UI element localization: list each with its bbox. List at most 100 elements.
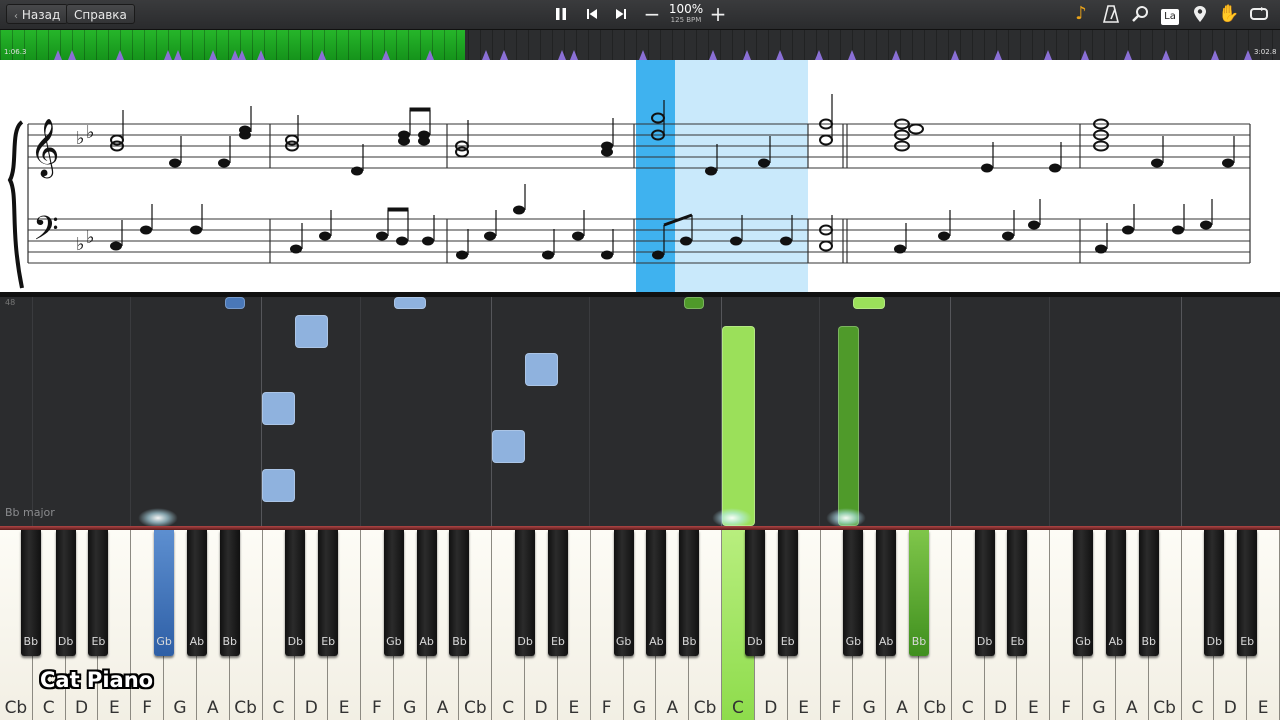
black-key[interactable]: Bb: [219, 530, 240, 656]
progress-timeline[interactable]: 1:06.3 3:02.8: [0, 30, 1280, 60]
black-key[interactable]: Db: [1204, 530, 1225, 656]
timeline-marker: [482, 50, 490, 60]
black-key[interactable]: Eb: [318, 530, 339, 656]
black-key[interactable]: Gb: [843, 530, 864, 656]
black-key[interactable]: Db: [515, 530, 536, 656]
metronome-icon: [1102, 5, 1120, 23]
timeline-marker: [709, 50, 717, 60]
black-key[interactable]: Gb: [383, 530, 404, 656]
black-key-label: Gb: [386, 635, 402, 648]
white-key-label: D: [534, 698, 548, 718]
timeline-marker: [500, 50, 508, 60]
black-key[interactable]: Db: [974, 530, 995, 656]
timeline-marker: [426, 50, 434, 60]
piano-roll: 48 Bb major: [0, 297, 1280, 526]
black-key[interactable]: Ab: [876, 530, 897, 656]
black-key[interactable]: Db: [55, 530, 76, 656]
black-key-label: Bb: [911, 635, 927, 648]
marker-button[interactable]: [1188, 3, 1212, 25]
black-key[interactable]: Db: [744, 530, 765, 656]
black-key[interactable]: Ab: [416, 530, 437, 656]
loop-button[interactable]: [1247, 3, 1271, 25]
back-button[interactable]: ‹ Назад: [6, 4, 69, 24]
hand-button[interactable]: ✋: [1217, 3, 1241, 25]
timeline-marker: [54, 50, 62, 60]
grid-line: [589, 297, 590, 526]
timeline-marker: [1044, 50, 1052, 60]
white-key-label: E: [568, 698, 580, 718]
white-key-label: G: [862, 698, 876, 718]
black-key[interactable]: Bb: [908, 530, 929, 656]
white-key-label: Cb: [1153, 698, 1176, 718]
key-glow: [138, 508, 178, 528]
timeline-marker: [238, 50, 246, 60]
black-key[interactable]: Db: [285, 530, 306, 656]
white-key-label: G: [632, 698, 647, 718]
speed-display: 100% 125 BPM: [664, 3, 708, 25]
grid-line: [819, 297, 820, 526]
faster-button[interactable]: +: [706, 3, 730, 25]
solfege-label: La: [1161, 9, 1179, 25]
timeline-marker: [743, 50, 751, 60]
black-key[interactable]: Bb: [679, 530, 700, 656]
help-button[interactable]: Справка: [66, 4, 135, 24]
timeline-marker: [1244, 50, 1252, 60]
sheet-music[interactable]: 𝄞 𝄢 ♭ ♭ ♭ ♭: [0, 60, 1280, 292]
white-key-label: F: [601, 698, 612, 718]
left-hand-note: [262, 469, 295, 502]
timeline-markers: [54, 50, 1252, 60]
right-hand-note: [853, 297, 885, 309]
black-key[interactable]: Eb: [88, 530, 109, 656]
white-key-label: F: [142, 698, 153, 718]
white-key-label: E: [108, 698, 120, 718]
octave-number: 48: [5, 298, 16, 307]
previous-button[interactable]: [580, 3, 604, 25]
black-key-label: Bb: [452, 635, 467, 648]
black-key[interactable]: Eb: [1237, 530, 1258, 656]
black-key-label: Ab: [878, 635, 894, 648]
black-key[interactable]: Gb: [613, 530, 634, 656]
slower-button[interactable]: −: [640, 3, 664, 25]
grid-line: [1181, 297, 1182, 526]
plus-icon: +: [709, 2, 727, 26]
search-button[interactable]: [1129, 3, 1153, 25]
next-button[interactable]: [609, 3, 633, 25]
metronome-button[interactable]: [1099, 3, 1123, 25]
black-key[interactable]: Ab: [186, 530, 207, 656]
black-key[interactable]: Gb: [1073, 530, 1094, 656]
black-key-label: Bb: [681, 635, 697, 648]
start-time: 1:06.3: [4, 48, 27, 56]
timeline-marker: [116, 50, 124, 60]
white-key-label: Cb: [4, 698, 28, 718]
pause-button[interactable]: [549, 3, 573, 25]
piano-keyboard[interactable]: Cb C D E F G A Cb C D E F G A Cb C D E F G A Cb C D E F G A Cb C D E F G A…: [0, 530, 1280, 720]
timeline-marker: [1211, 50, 1219, 60]
black-key-label: Db: [57, 635, 74, 648]
black-key[interactable]: Bb: [1138, 530, 1159, 656]
black-key[interactable]: Eb: [547, 530, 568, 656]
black-key[interactable]: Ab: [1105, 530, 1126, 656]
grid-line: [1049, 297, 1050, 526]
black-key[interactable]: Bb: [449, 530, 470, 656]
white-key-label: C: [1191, 698, 1204, 718]
score-staves: 𝄞 𝄢 ♭ ♭ ♭ ♭: [7, 60, 1251, 292]
bass-clef: 𝄢: [33, 210, 59, 256]
svg-text:♭: ♭: [76, 234, 85, 255]
black-key-label: Bb: [1141, 635, 1156, 648]
black-key[interactable]: Eb: [1007, 530, 1028, 656]
grid-line: [130, 297, 131, 526]
black-key[interactable]: Eb: [777, 530, 798, 656]
left-hand-note: [225, 297, 245, 309]
white-key-label: C: [502, 698, 515, 718]
black-key[interactable]: Bb: [20, 530, 41, 656]
note-settings-button[interactable]: ♪: [1069, 3, 1093, 25]
black-key-label: Eb: [91, 635, 106, 648]
white-key-label: E: [1257, 698, 1269, 718]
solfege-button[interactable]: La: [1158, 3, 1182, 25]
black-key-label: Eb: [1010, 635, 1025, 648]
tempo-bpm: 125 BPM: [670, 16, 702, 24]
black-key[interactable]: Ab: [646, 530, 667, 656]
black-key[interactable]: Gb: [154, 530, 175, 656]
black-key-label: Eb: [1240, 635, 1255, 648]
white-key-label: F: [372, 698, 382, 718]
